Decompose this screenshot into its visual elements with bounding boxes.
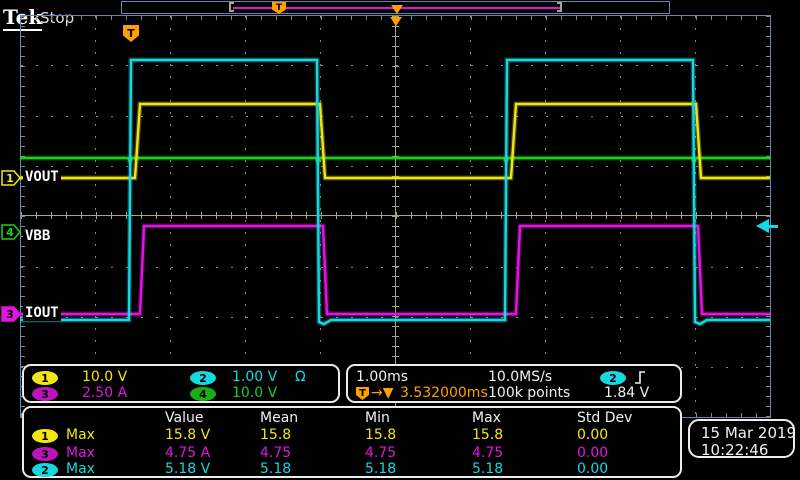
- meas-mean: 15.8: [260, 428, 291, 443]
- trigger-delay-readout[interactable]: 3.532000ms: [400, 386, 488, 401]
- horizontal-trigger-readout-box: 1.00ms 10.0MS/s 2 T →▼ 3.532000ms 100k p…: [346, 364, 682, 403]
- window-bracket-right[interactable]: [557, 2, 562, 12]
- meas-stddev: 0.00: [577, 462, 608, 477]
- date-display: 15 Mar 2019: [701, 424, 796, 442]
- meas-value: 4.75 A: [165, 446, 210, 461]
- record-view[interactable]: T: [121, 1, 670, 14]
- meas-value: 15.8 V: [165, 428, 210, 443]
- expansion-point-icon: [391, 5, 403, 14]
- measurements-box: Value Mean Min Max Std Dev 1 Max 15.8 V …: [22, 406, 682, 478]
- ch3-reference-label: IOUT: [23, 306, 61, 321]
- meas-mean: 4.75: [260, 446, 291, 461]
- timebase-readout[interactable]: 1.00ms: [356, 370, 408, 385]
- meas-value: 5.18 V: [165, 462, 210, 477]
- graticule: T: [20, 15, 771, 418]
- ch1-reference-label: VOUT: [23, 170, 61, 185]
- edge-ticks: [766, 16, 770, 417]
- meas-ch-badge: 1: [32, 429, 58, 443]
- meas-name: Max: [66, 446, 95, 461]
- meas-min: 5.18: [365, 462, 396, 477]
- meas-max: 5.18: [472, 462, 503, 477]
- meas-header-stddev: Std Dev: [577, 411, 632, 426]
- meas-header-max: Max: [472, 411, 501, 426]
- ch1-position-marker[interactable]: 1: [2, 171, 20, 185]
- ch3-badge[interactable]: 3: [32, 387, 58, 401]
- svg-text:4: 4: [6, 226, 14, 239]
- oscilloscope-screen: Tek Stop T T: [0, 0, 800, 480]
- meas-max: 4.75: [472, 446, 503, 461]
- meas-min: 15.8: [365, 428, 396, 443]
- ch4-reference-label: VBB: [23, 229, 52, 244]
- meas-ch-badge: 3: [32, 447, 58, 461]
- ch4-scale[interactable]: 10.0 V: [232, 386, 277, 401]
- sample-rate-readout: 10.0MS/s: [488, 370, 552, 385]
- edge-ticks: [21, 16, 25, 417]
- meas-max: 15.8: [472, 428, 503, 443]
- ch4-position-marker[interactable]: 4: [2, 225, 20, 239]
- window-bracket-left[interactable]: [229, 2, 234, 12]
- channel-readout-box: 1 10.0 V 2 1.00 V Ω 3 2.50 A 4 10.0 V: [22, 364, 340, 403]
- meas-min: 4.75: [365, 446, 396, 461]
- meas-header-value: Value: [165, 411, 203, 426]
- svg-text:1: 1: [6, 172, 14, 185]
- meas-header-min: Min: [365, 411, 390, 426]
- meas-stddev: 0.00: [577, 428, 608, 443]
- ch1-badge[interactable]: 1: [32, 371, 58, 385]
- meas-ch-badge: 2: [32, 463, 58, 477]
- meas-header-mean: Mean: [260, 411, 298, 426]
- meas-name: Max: [66, 462, 95, 477]
- trigger-delay-icon: T: [356, 387, 369, 400]
- trigger-position-icon: T: [272, 2, 286, 14]
- meas-name: Max: [66, 428, 95, 443]
- trigger-point-flag: T: [123, 25, 139, 42]
- trigger-source-badge[interactable]: 2: [600, 371, 626, 385]
- expansion-point-icon: [390, 17, 402, 26]
- ch3-position-marker[interactable]: 3: [2, 307, 20, 321]
- ch2-impedance: Ω: [295, 370, 306, 385]
- ch4-badge[interactable]: 4: [190, 387, 216, 401]
- ch3-scale[interactable]: 2.50 A: [82, 386, 127, 401]
- meas-mean: 5.18: [260, 462, 291, 477]
- time-display: 10:22:46: [701, 441, 768, 459]
- ch1-scale[interactable]: 10.0 V: [82, 370, 127, 385]
- meas-stddev: 0.00: [577, 446, 608, 461]
- datetime-box: 15 Mar 2019 10:22:46: [688, 419, 795, 458]
- rising-edge-slope-icon: [634, 370, 646, 385]
- trigger-level-readout[interactable]: 1.84 V: [604, 386, 649, 401]
- record-length-readout: 100k points: [488, 386, 570, 401]
- center-horizontal-axis: [21, 215, 770, 216]
- ch2-scale[interactable]: 1.00 V: [232, 370, 277, 385]
- ch2-badge[interactable]: 2: [190, 371, 216, 385]
- trigger-delay-arrow: →▼: [371, 386, 394, 401]
- svg-text:3: 3: [6, 308, 14, 321]
